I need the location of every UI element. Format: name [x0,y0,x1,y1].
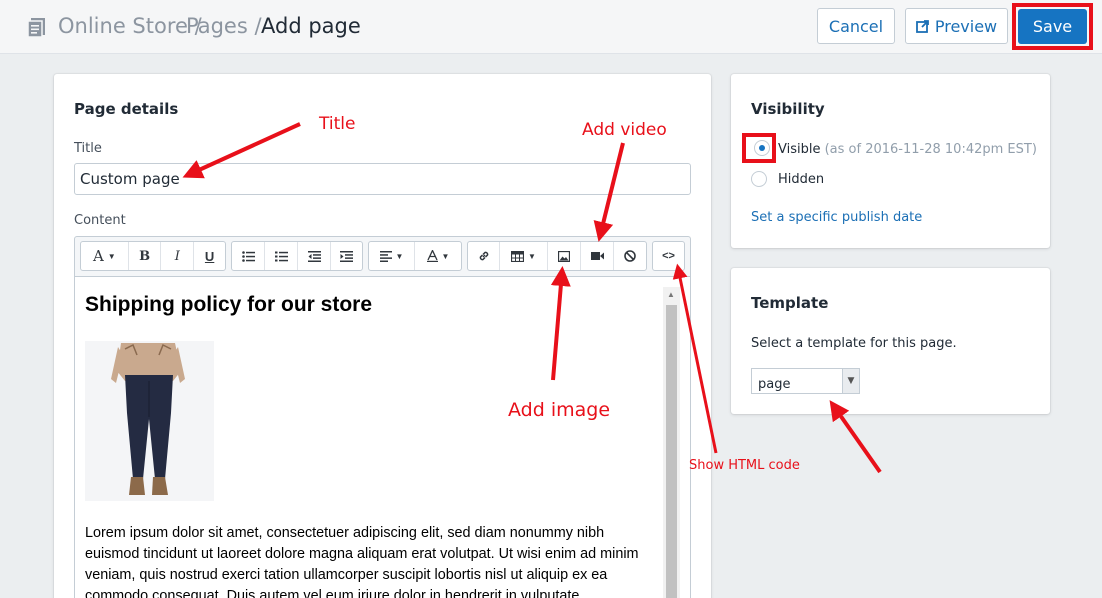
annotation-arrows [182,122,882,474]
arrow-to-template-select [829,400,882,474]
arrow-to-image-button [550,266,571,381]
arrow-to-video-button [593,142,625,242]
arrow-to-html-button [672,263,718,454]
arrow-to-title-input [182,122,301,179]
